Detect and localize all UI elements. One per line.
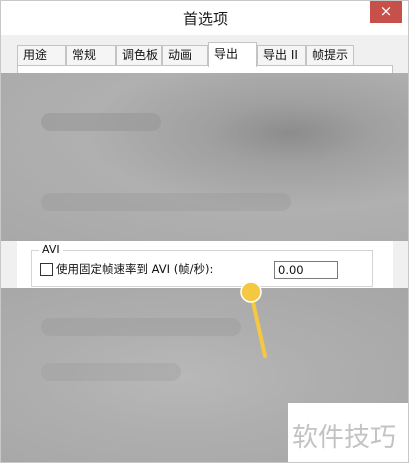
watermark: 软件技巧 [288, 403, 408, 462]
tab-export-2[interactable]: 导出 II [257, 45, 306, 65]
tab-palette[interactable]: 调色板 [116, 45, 162, 65]
close-button[interactable]: × [370, 1, 402, 23]
avi-section: AVI 使用固定帧速率到 AVI (帧/秒): 0.00 [17, 241, 393, 288]
tab-frame-hints[interactable]: 帧提示 [306, 45, 354, 65]
avi-group-box: AVI 使用固定帧速率到 AVI (帧/秒): 0.00 [31, 243, 373, 287]
tab-usage[interactable]: 用途 [17, 45, 66, 65]
tab-animation[interactable]: 动画 [162, 45, 208, 65]
preferences-dialog: 首选项 × 用途 常规 调色板 动画 导出 导出 II 帧提示 AVI 使用固定… [0, 0, 409, 463]
fixed-fps-label[interactable]: 使用固定帧速率到 AVI (帧/秒): [56, 261, 213, 277]
blurred-region-top [1, 73, 408, 241]
fixed-fps-checkbox[interactable] [40, 263, 53, 276]
title-bar: 首选项 × [1, 1, 408, 35]
watermark-text: 软件技巧 [292, 423, 397, 453]
tab-export[interactable]: 导出 [208, 42, 257, 67]
tab-general[interactable]: 常规 [66, 45, 116, 65]
fps-input[interactable]: 0.00 [274, 261, 338, 279]
window-title: 首选项 [182, 10, 228, 28]
close-icon: × [379, 2, 393, 20]
avi-group-label: AVI [39, 243, 63, 256]
